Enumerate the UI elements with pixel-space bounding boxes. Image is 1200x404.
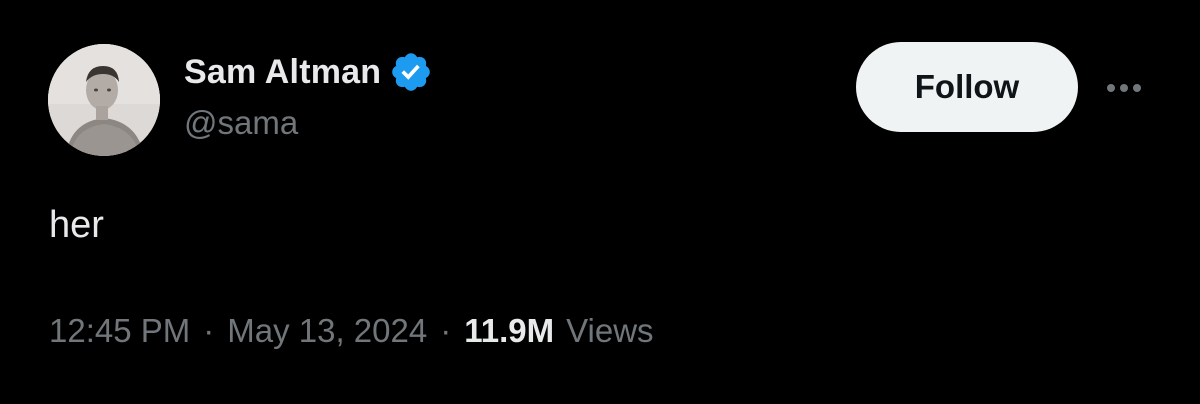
tweet-time[interactable]: 12:45 PM: [49, 312, 190, 350]
tweet-meta: 12:45 PM · May 13, 2024 · 11.9M Views: [49, 312, 654, 350]
avatar[interactable]: [48, 44, 160, 156]
tweet-date[interactable]: May 13, 2024: [227, 312, 427, 350]
author-handle[interactable]: @sama: [184, 104, 298, 142]
meta-separator: ·: [203, 312, 215, 349]
author-display-name[interactable]: Sam Altman: [184, 53, 381, 92]
tweet-text: her: [49, 204, 104, 246]
views-count[interactable]: 11.9M: [464, 312, 554, 350]
tweet-card: Sam Altman @sama Follow her 12:45 PM · M…: [0, 0, 1200, 404]
author-name-row: Sam Altman: [184, 48, 433, 96]
more-horizontal-icon[interactable]: [1100, 70, 1148, 106]
meta-separator: ·: [440, 312, 452, 349]
views-label[interactable]: Views: [566, 312, 653, 350]
follow-button[interactable]: Follow: [856, 42, 1078, 132]
verified-badge-icon[interactable]: [389, 50, 433, 94]
